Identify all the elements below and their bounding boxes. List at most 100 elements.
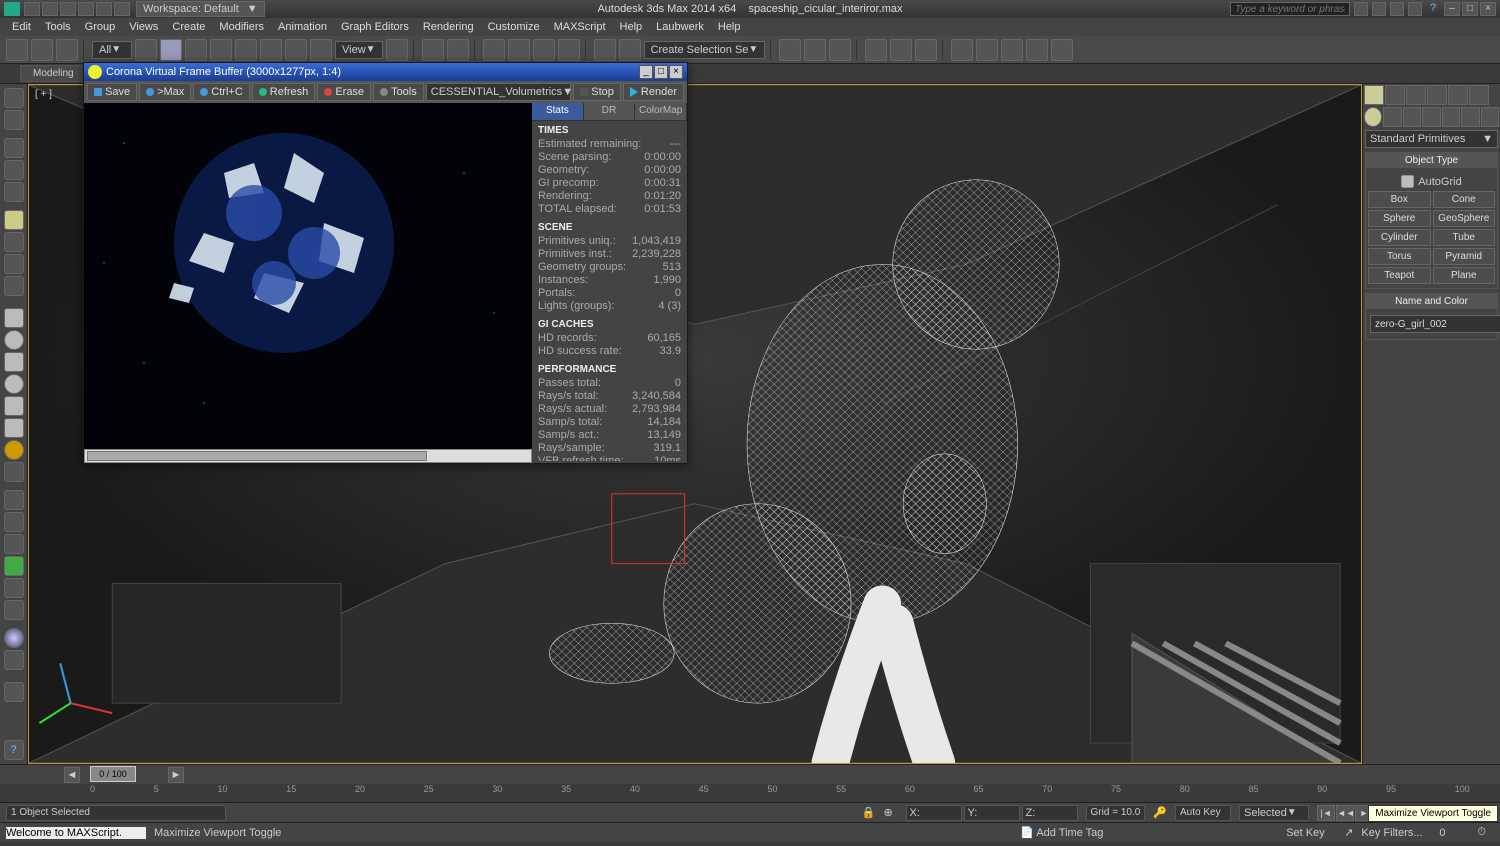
vfb-save-button[interactable]: Save bbox=[87, 83, 137, 101]
primitive-geosphere[interactable]: GeoSphere bbox=[1433, 210, 1496, 227]
rollup-object-type[interactable]: Object Type bbox=[1366, 153, 1497, 168]
helpers-icon[interactable] bbox=[1442, 107, 1460, 127]
strip-btn-18[interactable] bbox=[4, 490, 24, 510]
manipulate-icon[interactable] bbox=[422, 39, 444, 61]
close-button[interactable]: × bbox=[1480, 2, 1496, 16]
qat-project-icon[interactable] bbox=[114, 2, 130, 16]
scale-icon[interactable] bbox=[310, 39, 332, 61]
coord-z[interactable]: Z: bbox=[1022, 805, 1078, 821]
add-time-tag[interactable]: 📄 Add Time Tag bbox=[1020, 826, 1110, 839]
search-input[interactable] bbox=[1230, 2, 1350, 16]
menu-tools[interactable]: Tools bbox=[39, 19, 77, 35]
time-ruler[interactable]: 0510152025303540455055606570758085909510… bbox=[0, 784, 1500, 802]
lock-icon[interactable]: 🔒 bbox=[862, 806, 876, 819]
primitive-cone[interactable]: Cone bbox=[1433, 191, 1496, 208]
strip-btn-8[interactable] bbox=[4, 254, 24, 274]
move-icon[interactable] bbox=[260, 39, 282, 61]
time-slider[interactable]: ◄ 0 / 100 ► bbox=[0, 764, 1500, 784]
selected-dropdown[interactable]: Selected ▼ bbox=[1239, 805, 1309, 821]
teapot-render-icon[interactable] bbox=[1051, 39, 1073, 61]
exchange-icon[interactable] bbox=[1390, 2, 1404, 16]
select-rect-icon[interactable] bbox=[185, 39, 207, 61]
shapes-icon[interactable] bbox=[1383, 107, 1401, 127]
autokey-button[interactable]: Auto Key bbox=[1175, 805, 1231, 821]
category-dropdown[interactable]: Standard Primitives▼ bbox=[1365, 130, 1498, 148]
keyboard-shortcut-icon[interactable] bbox=[447, 39, 469, 61]
unlink-icon[interactable] bbox=[31, 39, 53, 61]
vfb-minimize-button[interactable]: _ bbox=[639, 65, 653, 79]
window-crossing-icon[interactable] bbox=[210, 39, 232, 61]
qat-redo-icon[interactable] bbox=[96, 2, 112, 16]
help-icon[interactable]: ? bbox=[1426, 2, 1440, 16]
select-icon[interactable] bbox=[135, 39, 157, 61]
snap-icon[interactable] bbox=[483, 39, 505, 61]
spinner-snap-icon[interactable] bbox=[558, 39, 580, 61]
strip-btn-23[interactable] bbox=[4, 600, 24, 620]
qat-undo-icon[interactable] bbox=[78, 2, 94, 16]
time-handle[interactable]: 0 / 100 bbox=[90, 766, 136, 782]
strip-btn-5[interactable] bbox=[4, 182, 24, 202]
hierarchy-tab-icon[interactable] bbox=[1406, 85, 1426, 105]
current-frame-field[interactable]: 0 bbox=[1439, 827, 1469, 839]
vfb-tools-button[interactable]: Tools bbox=[373, 83, 424, 101]
strip-plant-icon[interactable] bbox=[4, 556, 24, 576]
corona-vfb-window[interactable]: Corona Virtual Frame Buffer (3000x1277px… bbox=[83, 62, 688, 464]
primitive-tube[interactable]: Tube bbox=[1433, 229, 1496, 246]
vfb-title-bar[interactable]: Corona Virtual Frame Buffer (3000x1277px… bbox=[84, 63, 687, 81]
menu-customize[interactable]: Customize bbox=[482, 19, 546, 35]
material-editor-icon[interactable] bbox=[915, 39, 937, 61]
render-frame-icon[interactable] bbox=[976, 39, 998, 61]
primitive-plane[interactable]: Plane bbox=[1433, 267, 1496, 284]
vfb-tab-colormap[interactable]: ColorMap bbox=[635, 103, 687, 120]
select-object-icon[interactable] bbox=[235, 39, 257, 61]
strip-btn-4[interactable] bbox=[4, 160, 24, 180]
rollup-name-color[interactable]: Name and Color bbox=[1366, 294, 1497, 309]
key-icon[interactable]: 🔑 bbox=[1153, 806, 1167, 819]
layers-icon[interactable] bbox=[804, 39, 826, 61]
setkey-button[interactable]: Set Key bbox=[1286, 827, 1336, 839]
time-config-icon[interactable]: ⏱ bbox=[1477, 826, 1486, 839]
strip-sun-icon[interactable] bbox=[4, 440, 24, 460]
qat-save-icon[interactable] bbox=[60, 2, 76, 16]
strip-box-icon[interactable] bbox=[4, 308, 24, 328]
qat-open-icon[interactable] bbox=[42, 2, 58, 16]
vfb-refresh-button[interactable]: Refresh bbox=[252, 83, 316, 101]
strip-btn-2[interactable] bbox=[4, 110, 24, 130]
menu-create[interactable]: Create bbox=[166, 19, 211, 35]
strip-btn-7[interactable] bbox=[4, 232, 24, 252]
graphite-icon[interactable] bbox=[829, 39, 851, 61]
align-icon[interactable] bbox=[779, 39, 801, 61]
geometry-icon[interactable] bbox=[1364, 107, 1382, 127]
render-iterate-icon[interactable] bbox=[1026, 39, 1048, 61]
strip-btn-19[interactable] bbox=[4, 512, 24, 532]
named-selection-dropdown[interactable]: Create Selection Se ▼ bbox=[644, 41, 766, 59]
coord-y[interactable]: Y: bbox=[964, 805, 1020, 821]
menu-laubwerk[interactable]: Laubwerk bbox=[650, 19, 710, 35]
vfb-max-button[interactable]: >Max bbox=[139, 83, 191, 101]
menu-help2[interactable]: Help bbox=[712, 19, 747, 35]
strip-btn-1[interactable] bbox=[4, 88, 24, 108]
rotate-icon[interactable] bbox=[285, 39, 307, 61]
app-logo-icon[interactable] bbox=[4, 2, 20, 16]
select-name-icon[interactable] bbox=[160, 39, 182, 61]
utilities-tab-icon[interactable] bbox=[1469, 85, 1489, 105]
create-tab-icon[interactable] bbox=[1364, 85, 1384, 105]
infocenter-icon[interactable] bbox=[1354, 2, 1368, 16]
primitive-torus[interactable]: Torus bbox=[1368, 248, 1431, 265]
percent-snap-icon[interactable] bbox=[533, 39, 555, 61]
pivot-icon[interactable] bbox=[386, 39, 408, 61]
primitive-cylinder[interactable]: Cylinder bbox=[1368, 229, 1431, 246]
menu-modifiers[interactable]: Modifiers bbox=[213, 19, 270, 35]
menu-grapheditors[interactable]: Graph Editors bbox=[335, 19, 415, 35]
spacewarp-icon[interactable] bbox=[1461, 107, 1479, 127]
vfb-tab-dr[interactable]: DR bbox=[584, 103, 636, 120]
vfb-element-dropdown[interactable]: CESSENTIAL_Volumetrics▼ bbox=[426, 83, 572, 101]
coord-icon[interactable]: ⊕ bbox=[884, 806, 898, 819]
strip-btn-22[interactable] bbox=[4, 578, 24, 598]
modify-tab-icon[interactable] bbox=[1385, 85, 1405, 105]
strip-dummy-icon[interactable] bbox=[4, 462, 24, 482]
strip-cone-icon[interactable] bbox=[4, 418, 24, 438]
angle-snap-icon[interactable] bbox=[508, 39, 530, 61]
vfb-copy-button[interactable]: Ctrl+C bbox=[193, 83, 249, 101]
strip-btn-9[interactable] bbox=[4, 276, 24, 296]
